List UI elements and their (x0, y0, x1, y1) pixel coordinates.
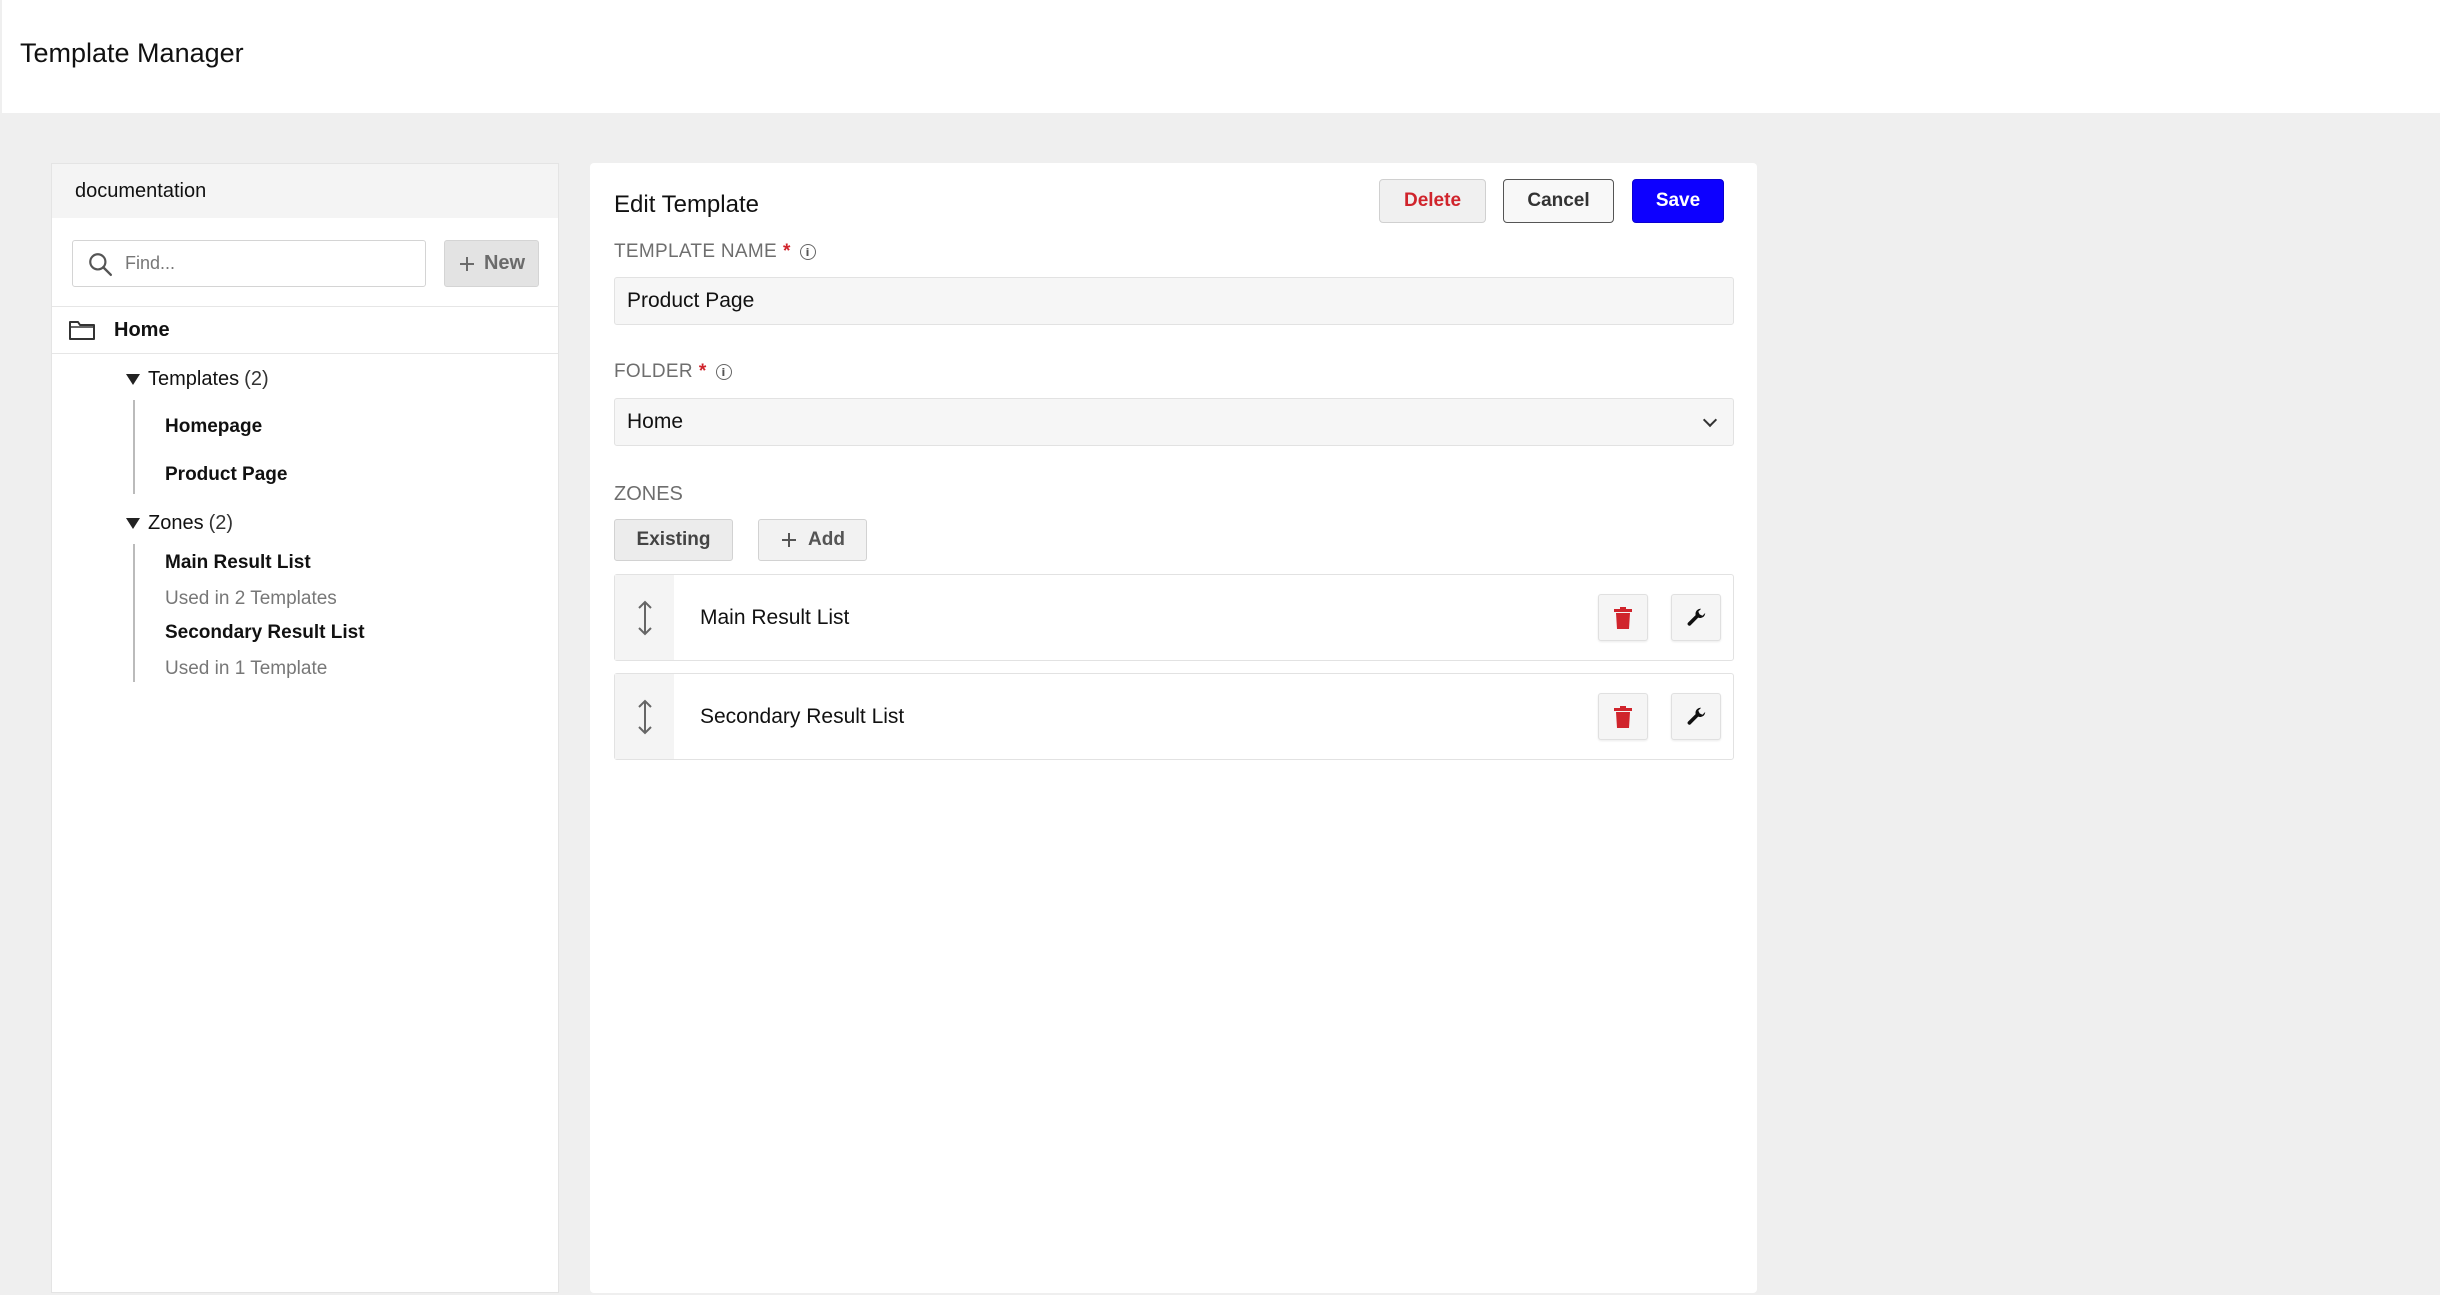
remove-zone-button[interactable] (1598, 594, 1648, 641)
template-name-field[interactable] (614, 277, 1734, 325)
search-input[interactable] (125, 253, 395, 274)
new-button-label: New (483, 252, 526, 274)
trash-icon (1614, 606, 1632, 629)
tree-root-home[interactable]: Home (52, 306, 558, 354)
folder-label-text: FOLDER (614, 361, 693, 382)
save-button[interactable]: Save (1632, 179, 1724, 223)
search-icon (89, 252, 113, 276)
tree-item-usage: Used in 1 Template (165, 658, 328, 679)
template-name-input[interactable] (627, 289, 1733, 313)
wrench-icon (1687, 608, 1706, 626)
trash-icon (1614, 705, 1632, 728)
app-header: Template Manager (2, 0, 2440, 113)
search-row: New (52, 218, 558, 306)
template-name-label-text: TEMPLATE NAME (614, 241, 777, 262)
edit-template-panel: Edit Template Delete Cancel Save TEMPLAT… (590, 163, 1757, 1293)
required-mark: * (782, 241, 791, 262)
zones-label: ZONES (614, 483, 683, 505)
tree-group-label: Templates (148, 368, 240, 390)
tree-item-homepage[interactable]: Homepage (165, 416, 262, 438)
required-mark: * (698, 361, 707, 382)
wrench-icon (1687, 707, 1706, 725)
chevron-down-icon (1702, 412, 1718, 428)
app-title: Template Manager (20, 38, 244, 68)
tree-guide-line (133, 400, 135, 494)
drag-handle-icon (637, 699, 652, 734)
tree-item-usage: Used in 2 Templates (165, 588, 337, 609)
template-tree-panel: documentation New Home Templates (51, 163, 559, 1293)
zone-name: Secondary Result List (700, 705, 905, 728)
info-icon[interactable]: i (715, 364, 732, 380)
tree-root-label: Home (114, 318, 170, 341)
add-zone-button[interactable]: Add (758, 519, 867, 561)
tree-group-templates[interactable]: Templates (2) (126, 368, 269, 391)
tree-group-count: (2) (244, 368, 269, 390)
remove-zone-button[interactable] (1598, 693, 1648, 740)
caret-down-icon (126, 374, 140, 385)
folder-select-value: Home (627, 410, 684, 433)
template-name-label: TEMPLATE NAME * i (614, 241, 816, 263)
new-button[interactable]: New (444, 240, 539, 287)
tree-group-count: (2) (208, 512, 234, 534)
cancel-button[interactable]: Cancel (1503, 179, 1614, 223)
caret-down-icon (126, 518, 140, 529)
folder-label: FOLDER * i (614, 361, 732, 383)
workspace-name: documentation (75, 179, 207, 202)
panel-title: Edit Template (614, 191, 759, 218)
zone-name: Main Result List (700, 606, 850, 629)
search-box[interactable] (72, 240, 426, 287)
existing-zone-button-label: Existing (636, 529, 711, 550)
plus-icon (459, 256, 474, 271)
info-icon[interactable]: i (799, 244, 816, 260)
folder-select[interactable]: Home (614, 398, 1734, 446)
folder-icon (69, 321, 95, 340)
zone-row: Secondary Result List (614, 673, 1734, 760)
tree-group-label: Zones (148, 512, 204, 534)
drag-handle[interactable] (615, 674, 674, 759)
plus-icon (782, 533, 797, 547)
tree-item-main-result-list[interactable]: Main Result List (165, 552, 311, 574)
drag-handle-icon (637, 600, 652, 635)
tree-item-secondary-result-list[interactable]: Secondary Result List (165, 622, 365, 644)
existing-zone-button[interactable]: Existing (614, 519, 733, 561)
zone-row: Main Result List (614, 574, 1734, 661)
tree-guide-line (133, 544, 135, 682)
drag-handle[interactable] (615, 575, 674, 660)
tree-group-zones[interactable]: Zones (2) (126, 512, 233, 535)
tree-item-product-page[interactable]: Product Page (165, 464, 287, 486)
workspace-header: documentation (52, 164, 558, 218)
delete-button[interactable]: Delete (1379, 179, 1486, 223)
add-zone-button-label: Add (808, 529, 845, 550)
configure-zone-button[interactable] (1671, 693, 1721, 740)
configure-zone-button[interactable] (1671, 594, 1721, 641)
